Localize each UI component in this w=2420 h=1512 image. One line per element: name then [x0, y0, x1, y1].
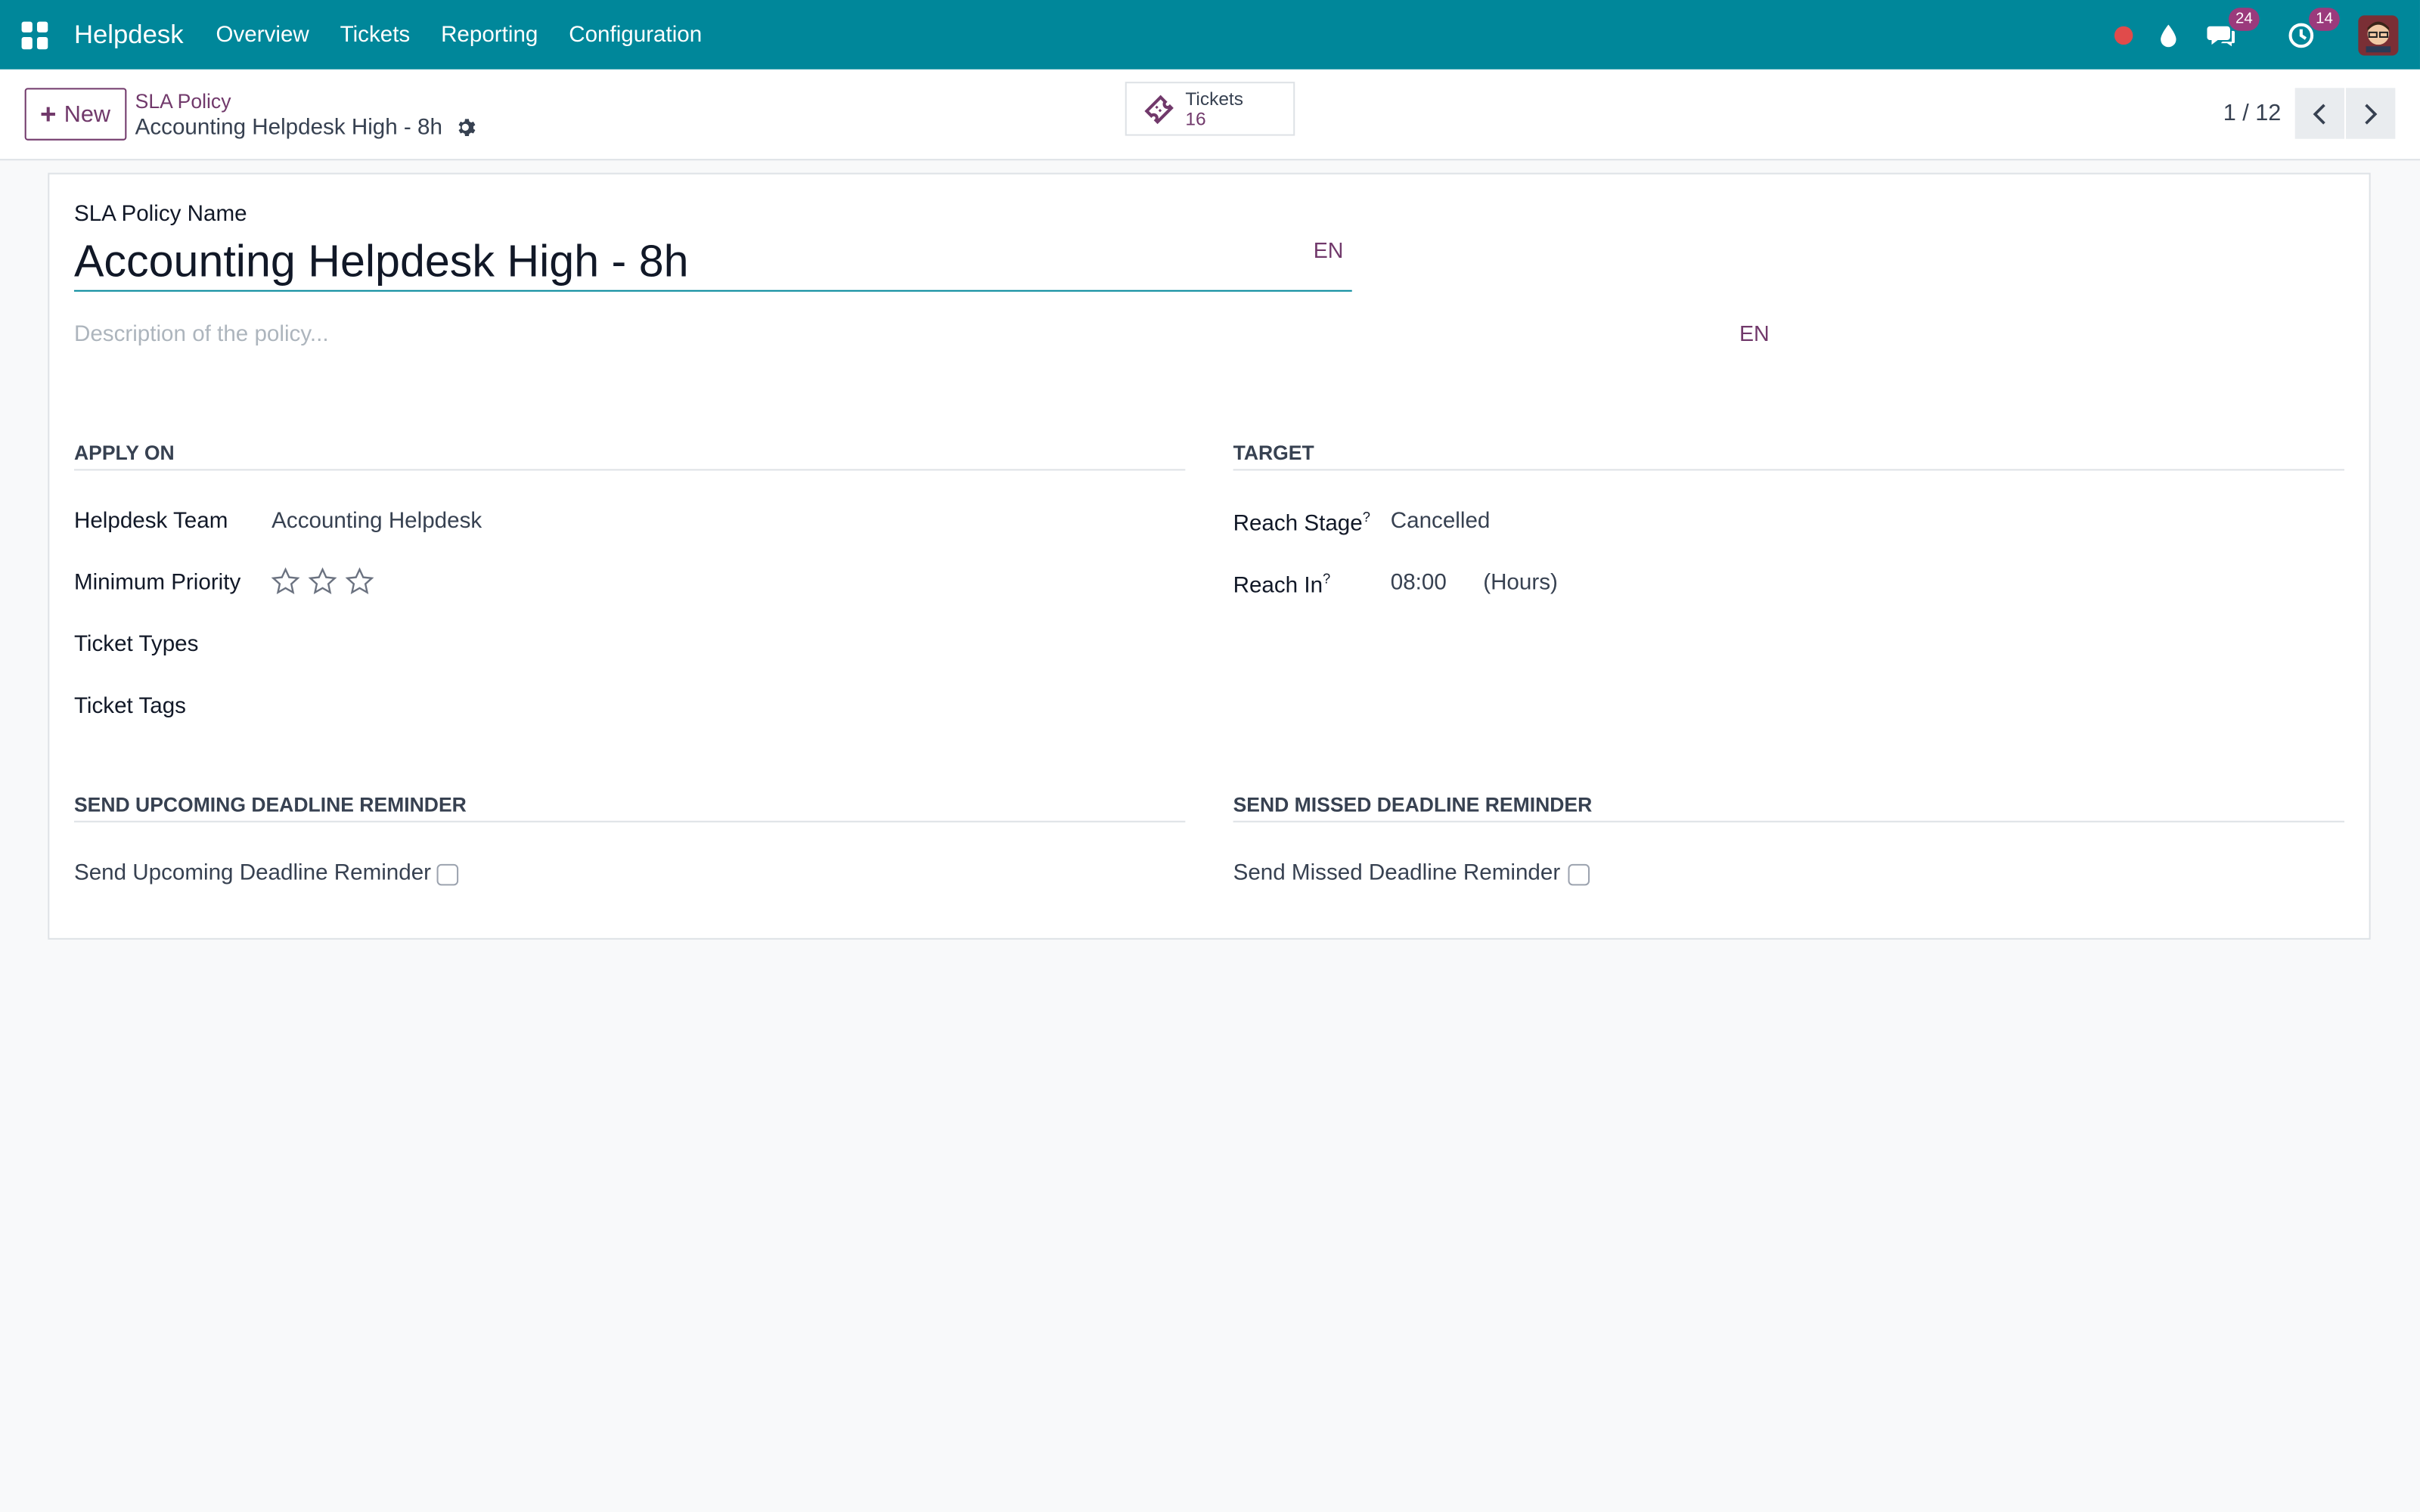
pager-value[interactable]: 1 / 12 — [2223, 101, 2282, 127]
menu-reporting[interactable]: Reporting — [441, 23, 538, 48]
reach-stage-label-text: Reach Stage — [1233, 512, 1363, 537]
reach-in-unit: (Hours) — [1483, 571, 1558, 596]
tickets-smart-value: 16 — [1185, 107, 1206, 129]
messages-button[interactable]: 24 — [2204, 7, 2260, 51]
missed-reminder-section-title: SEND MISSED DEADLINE REMINDER — [1233, 793, 2344, 823]
priority-star-3-icon[interactable] — [344, 566, 375, 597]
gear-icon[interactable] — [455, 117, 475, 138]
ticket-tags-label: Ticket Tags — [73, 694, 186, 720]
reach-stage-value[interactable]: Cancelled — [1391, 509, 1491, 534]
helpdesk-team-value[interactable]: Accounting Helpdesk — [271, 509, 482, 534]
navbar-systray: 24 14 — [2114, 7, 2399, 55]
activities-button[interactable]: 14 — [2284, 7, 2340, 51]
menu-overview[interactable]: Overview — [216, 23, 309, 48]
policy-name-input[interactable] — [73, 236, 1352, 292]
breadcrumb-current-label: Accounting Helpdesk High - 8h — [135, 115, 442, 140]
upcoming-reminder-label: Send Upcoming Deadline Reminder — [73, 860, 432, 886]
control-panel: + New SLA Policy Accounting Helpdesk Hig… — [0, 69, 2420, 161]
apply-on-section-title: APPLY ON — [73, 442, 1186, 471]
chevron-left-icon — [2313, 103, 2325, 124]
apps-menu-icon[interactable] — [21, 20, 50, 49]
pager-previous-button[interactable] — [2294, 88, 2344, 139]
chevron-right-icon — [2365, 103, 2378, 124]
reach-in-value[interactable]: 08:00 — [1391, 571, 1447, 596]
reach-in-label-text: Reach In — [1233, 573, 1323, 599]
user-avatar-icon — [2366, 20, 2391, 52]
app-root: Helpdesk Overview Tickets Reporting Conf… — [0, 0, 2420, 1512]
breadcrumb: SLA Policy Accounting Helpdesk High - 8h — [135, 88, 475, 140]
recording-dot-icon[interactable] — [2114, 25, 2133, 45]
menu-configuration[interactable]: Configuration — [569, 23, 702, 48]
target-section-title: TARGET — [1233, 442, 2344, 471]
priority-star-2-icon[interactable] — [307, 566, 338, 597]
name-language-button[interactable]: EN — [1314, 237, 1344, 262]
policy-name-label: SLA Policy Name — [73, 202, 247, 227]
ticket-types-label: Ticket Types — [73, 632, 199, 658]
reach-in-label: Reach In? — [1233, 571, 1331, 598]
reach-in-help[interactable]: ? — [1323, 571, 1330, 586]
new-button[interactable]: + New — [24, 88, 126, 141]
menu-tickets[interactable]: Tickets — [340, 23, 411, 48]
missed-reminder-label: Send Missed Deadline Reminder — [1233, 860, 1561, 886]
helpdesk-team-label: Helpdesk Team — [73, 509, 228, 534]
description-language-button[interactable]: EN — [1739, 321, 1770, 345]
app-brand[interactable]: Helpdesk — [74, 20, 184, 51]
priority-stars — [270, 566, 375, 597]
new-button-label: New — [64, 101, 110, 128]
tickets-smart-label: Tickets — [1185, 87, 1243, 109]
breadcrumb-parent[interactable]: SLA Policy — [135, 88, 475, 112]
tickets-smart-text: Tickets 16 — [1185, 88, 1243, 129]
reach-stage-help[interactable]: ? — [1363, 509, 1370, 524]
missed-reminder-checkbox[interactable] — [1568, 863, 1590, 886]
form-sheet: SLA Policy Name EN EN APPLY ON Helpdesk … — [48, 172, 2371, 940]
minimum-priority-label: Minimum Priority — [73, 571, 241, 596]
plus-icon: + — [40, 98, 57, 129]
drop-icon[interactable] — [2158, 23, 2180, 48]
top-navbar: Helpdesk Overview Tickets Reporting Conf… — [0, 0, 2420, 70]
main-menu: Overview Tickets Reporting Configuration — [216, 23, 702, 48]
pager-next-button[interactable] — [2346, 88, 2396, 139]
priority-star-1-icon[interactable] — [270, 566, 301, 597]
upcoming-reminder-checkbox[interactable] — [436, 863, 459, 886]
reach-stage-label: Reach Stage? — [1233, 509, 1370, 536]
activities-count-badge: 14 — [2309, 7, 2340, 30]
ticket-icon — [1144, 94, 1174, 124]
pager: 1 / 12 — [2223, 88, 2396, 139]
policy-description-input[interactable] — [73, 316, 1742, 354]
user-avatar[interactable] — [2358, 14, 2399, 55]
breadcrumb-current: Accounting Helpdesk High - 8h — [135, 115, 475, 140]
messages-count-badge: 24 — [2228, 7, 2260, 30]
tickets-smart-button[interactable]: Tickets 16 — [1125, 82, 1295, 136]
upcoming-reminder-section-title: SEND UPCOMING DEADLINE REMINDER — [73, 793, 1186, 823]
